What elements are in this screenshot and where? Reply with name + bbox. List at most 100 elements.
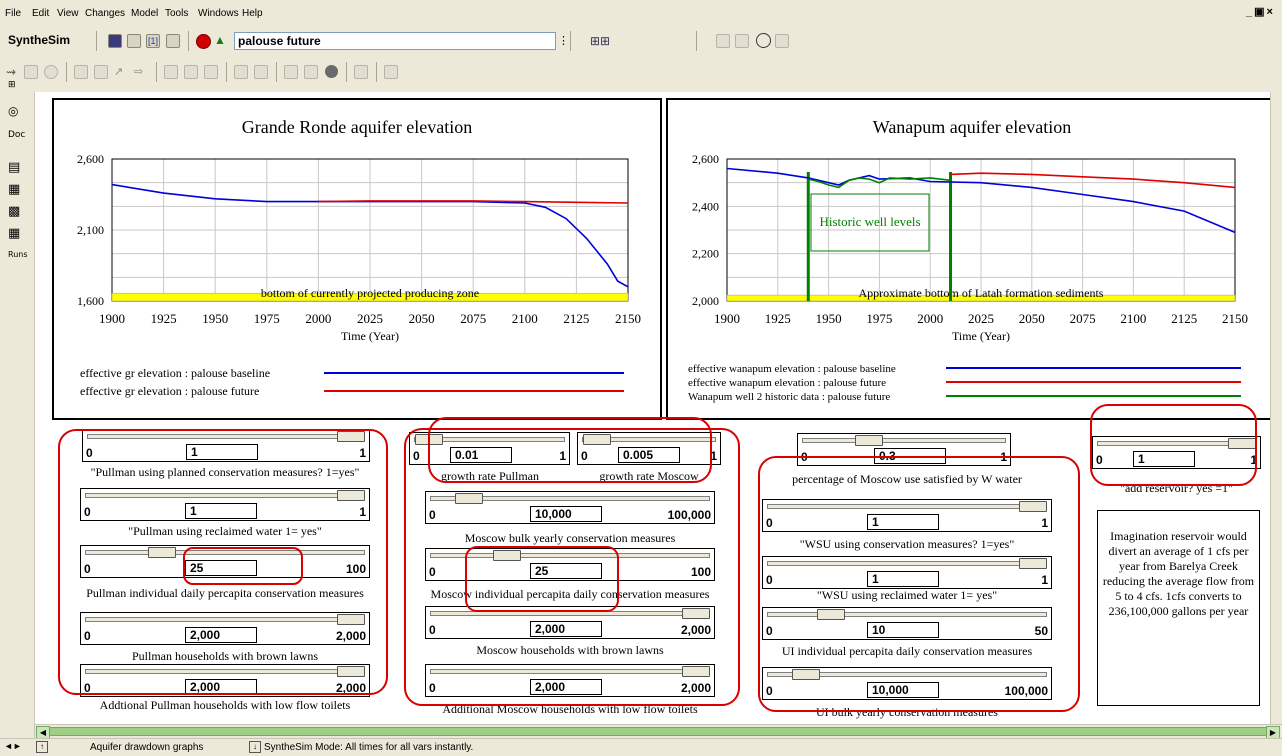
slider-thumb[interactable] [854,435,883,446]
run-icon[interactable]: ▲ [214,33,230,49]
pointer-icon[interactable]: ⇝ [6,65,16,79]
x-tick-label: 2050 [409,311,435,326]
window-controls-icon[interactable]: _▣× [1246,5,1275,18]
graph-icon[interactable] [166,34,180,48]
hide-icon[interactable] [254,65,268,79]
x-tick-label: 2075 [1070,311,1096,326]
sketch-comment-icon[interactable] [204,65,218,79]
optimize-icon[interactable] [384,65,398,79]
variable-icon[interactable] [74,65,88,79]
data-icon[interactable] [354,65,368,79]
table-tool-icon[interactable]: ▦ [8,226,20,241]
menu-changes[interactable]: Changes [85,8,125,19]
save-icon[interactable] [108,34,122,48]
arrow-icon[interactable]: ↗ [114,65,128,79]
y-tick-label: 2,100 [77,223,104,237]
shadow-variable-icon[interactable] [164,65,178,79]
x-tick-label: 1975 [866,311,892,326]
scrollbar-thumb[interactable] [49,727,1275,736]
open-icon[interactable] [127,34,141,48]
x-tick-label: 1950 [816,311,842,326]
historic-label: Historic well levels [819,214,920,229]
menu-file[interactable]: File [5,8,21,19]
hand-icon[interactable] [44,65,58,79]
menu-bar: File Edit View Changes Model Tools Windo… [0,0,1282,27]
grande-ronde-chart-panel[interactable]: Grande Ronde aquifer elevation bottom of… [52,98,662,420]
bar-graph-icon[interactable]: ▩ [8,204,20,219]
dashboard-icon[interactable] [716,34,730,48]
x-tick-label: 2125 [563,311,589,326]
view-nav-icon[interactable]: ◄► [4,741,22,751]
x-tick-label: 1925 [765,311,791,326]
stop-icon[interactable] [196,34,211,49]
annotation-outline [183,547,303,585]
menu-help[interactable]: Help [242,8,263,19]
sub-icon[interactable] [775,34,789,48]
input-output-icon[interactable] [184,65,198,79]
menu-edit[interactable]: Edit [32,8,49,19]
main-toolbar: SyntheSim [1] ▲ palouse future ⋮ ⊞⊞ [0,26,1282,56]
x-tick-label: 1925 [151,311,177,326]
loops-icon[interactable]: ◎ [8,104,18,118]
x-tick-label: 2125 [1171,311,1197,326]
analysis-toolbar: ⊞ ◎ Doc ▤ ▦ ▩ ▦ Runs [0,80,35,738]
doc-button[interactable]: Doc [8,130,25,140]
runs-compare-button[interactable]: Runs [8,250,28,259]
menu-model[interactable]: Model [131,8,158,19]
rate-icon[interactable]: ⇨ [134,65,148,79]
annotation-outline [428,417,712,483]
y-tick-label: 2,000 [692,294,719,308]
delete-icon[interactable] [284,65,298,79]
x-tick-label: 2150 [615,311,641,326]
unhide-icon[interactable] [234,65,248,79]
run-name-input[interactable]: palouse future [234,32,556,50]
x-tick-label: 2000 [305,311,331,326]
x-tick-label: 2150 [1222,311,1248,326]
legend-label: effective gr elevation : palouse future [80,384,259,398]
reference-mode-icon[interactable] [325,65,338,78]
wanapum-chart: Approximate bottom of Latah formation se… [688,152,1248,403]
vertical-scrollbar[interactable] [1270,92,1282,724]
menu-view[interactable]: View [57,8,79,19]
legend-label: effective wanapum elevation : palouse ba… [688,363,896,375]
table-icon[interactable] [735,34,749,48]
wanapum-chart-panel[interactable]: Wanapum aquifer elevation Approximate bo… [666,98,1278,420]
grande-ronde-chart: bottom of currently projected producing … [77,152,641,398]
annotation-outline [758,456,1080,712]
y-tick-label: 2,600 [77,152,104,166]
reservoir-note: Imagination reservoir would divert an av… [1097,510,1260,706]
synthesim-label: SyntheSim [8,33,71,47]
x-tick-label: 2075 [460,311,486,326]
box-variable-icon[interactable] [94,65,108,79]
x-tick-label: 2100 [512,311,538,326]
lock-icon[interactable] [24,65,38,79]
compare-icon[interactable]: ⊞⊞ [590,34,610,48]
legend-label: Wanapum well 2 historic data : palouse f… [688,391,890,403]
slider-label: Addtional Pullman households with low fl… [99,698,351,712]
slider-track[interactable] [802,438,1006,443]
y-tick-label: 2,200 [692,247,719,261]
x-tick-label: 1950 [202,311,228,326]
graph-tool-icon[interactable]: ▦ [8,182,20,197]
clock-icon[interactable] [756,33,771,48]
view-name[interactable]: Aquifer drawdown graphs [90,742,203,753]
x-tick-label: 1900 [714,311,740,326]
band-label: bottom of currently projected producing … [261,286,479,300]
status-bar: ◄► ↑ Aquifer drawdown graphs ↓ SyntheSim… [0,738,1282,756]
menu-windows[interactable]: Windows [198,8,239,19]
x-tick-label: 2050 [1019,311,1045,326]
x-tick-label: 2100 [1120,311,1146,326]
view-up-icon[interactable]: ↑ [36,741,48,753]
x-tick-label: 2000 [917,311,943,326]
x-tick-label: 1900 [99,311,125,326]
horizontal-scrollbar[interactable]: ◀ ▶ [35,724,1282,739]
run-name-dropdown-icon[interactable]: ⋮ [558,34,569,47]
x-axis-label: Time (Year) [952,329,1010,343]
x-tick-label: 1975 [254,311,280,326]
menu-tools[interactable]: Tools [165,8,188,19]
reset-icon[interactable]: [1] [146,34,160,48]
causes-tree-icon[interactable]: ⊞ [8,80,16,90]
causes-strip-icon[interactable]: ▤ [8,160,20,175]
equations-icon[interactable] [304,65,318,79]
y-tick-label: 2,600 [692,152,719,166]
